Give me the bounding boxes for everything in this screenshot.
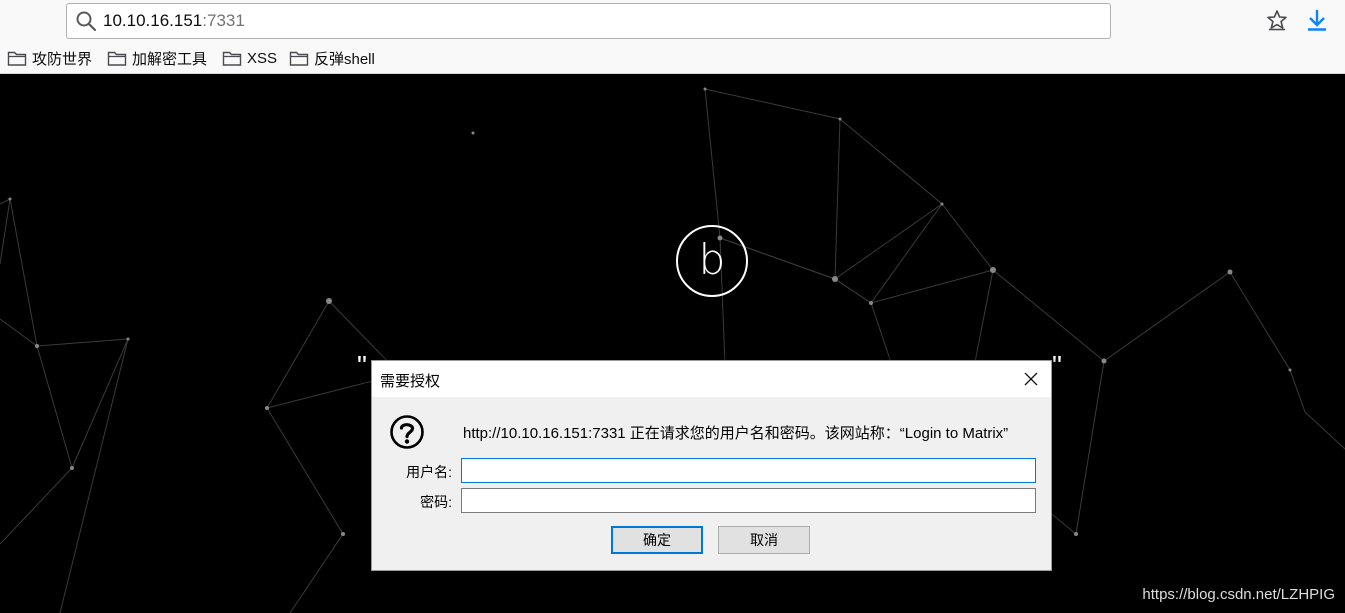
- logo-letter: b: [698, 235, 726, 284]
- question-icon: [390, 415, 424, 449]
- bookmark-label: XSS: [247, 49, 278, 67]
- address-bar[interactable]: 10.10.16.151:7331: [66, 3, 1111, 39]
- bookmark-label: 反弹shell: [314, 50, 375, 68]
- quote-close: ": [1052, 354, 1062, 366]
- bookmark-star-icon[interactable]: [1265, 8, 1289, 32]
- bookmark-folder-reverse-shell[interactable]: 反弹shell: [289, 48, 375, 68]
- browser-toolbar: 10.10.16.151:7331 攻防世界 加解密工具 XSS 反弹shell: [0, 0, 1345, 74]
- dialog-titlebar[interactable]: 需要授权: [372, 361, 1051, 397]
- site-logo: b: [676, 225, 748, 297]
- url-host: 10.10.16.151: [103, 11, 203, 30]
- username-field[interactable]: [461, 458, 1036, 483]
- download-icon[interactable]: [1305, 8, 1329, 32]
- bookmark-label: 攻防世界: [32, 50, 93, 68]
- username-label: 用户名:: [406, 464, 452, 480]
- folder-icon: [222, 51, 242, 66]
- search-icon: [76, 11, 97, 32]
- dialog-title: 需要授权: [380, 373, 441, 390]
- quote-open: ": [357, 354, 367, 366]
- folder-icon: [7, 51, 27, 66]
- bookmark-folder-gongfang[interactable]: 攻防世界: [7, 48, 92, 68]
- close-icon[interactable]: [1017, 365, 1045, 393]
- address-url[interactable]: 10.10.16.151:7331: [103, 11, 245, 31]
- bookmark-folder-xss[interactable]: XSS: [222, 48, 277, 68]
- auth-dialog: 需要授权 http://10.10.16.151:7331 正在请求您的用户名和…: [371, 360, 1052, 571]
- cancel-button[interactable]: 取消: [718, 526, 810, 554]
- password-label: 密码:: [420, 494, 452, 510]
- bookmark-label: 加解密工具: [132, 50, 208, 68]
- watermark: https://blog.csdn.net/LZHPIG: [1142, 586, 1335, 603]
- url-port: :7331: [202, 11, 245, 30]
- ok-button[interactable]: 确定: [611, 526, 703, 554]
- folder-icon: [107, 51, 127, 66]
- folder-icon: [289, 51, 309, 66]
- bookmarks-toolbar: 攻防世界 加解密工具 XSS 反弹shell: [0, 44, 1345, 72]
- dialog-message: http://10.10.16.151:7331 正在请求您的用户名和密码。该网…: [463, 425, 1009, 442]
- bookmark-folder-crypto-tools[interactable]: 加解密工具: [107, 48, 207, 68]
- password-field[interactable]: [461, 488, 1036, 513]
